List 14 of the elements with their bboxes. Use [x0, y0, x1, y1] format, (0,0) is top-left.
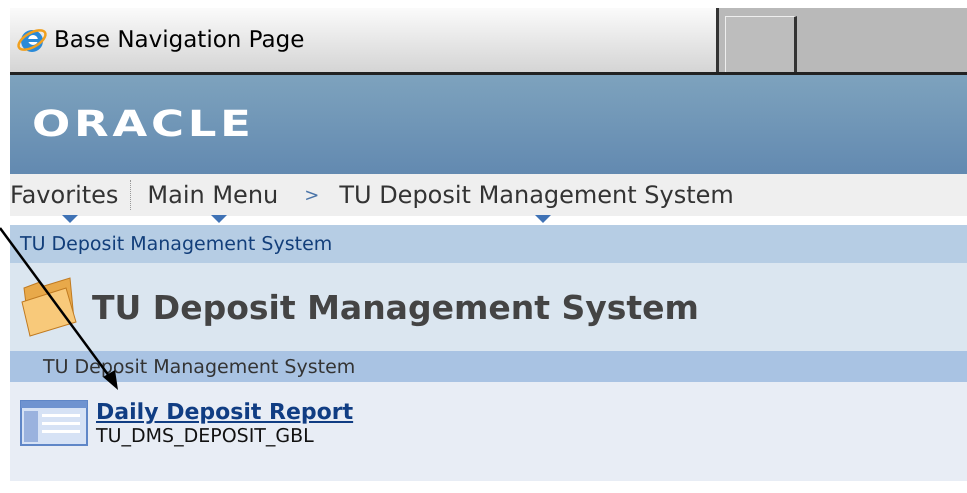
component-code: TU_DMS_DEPOSIT_GBL [96, 425, 315, 447]
menu-item[interactable]: TU Deposit Management System [339, 181, 746, 209]
folder-icon [20, 276, 78, 338]
breadcrumb[interactable]: TU Deposit Management System [20, 233, 332, 255]
tab-title: Base Navigation Page [54, 27, 304, 53]
menu-item[interactable]: Main Menu [147, 181, 290, 209]
browser-tab[interactable]: Base Navigation Page [10, 8, 719, 72]
page-title: TU Deposit Management System [92, 288, 699, 326]
separator-chevron: > [304, 184, 320, 206]
logo: ORACLE [32, 104, 255, 145]
window-icon [20, 400, 88, 446]
menu-item[interactable]: Favorites [10, 181, 130, 209]
new-tab-button[interactable] [725, 16, 797, 72]
report-link[interactable]: Daily Deposit Report [96, 400, 354, 425]
